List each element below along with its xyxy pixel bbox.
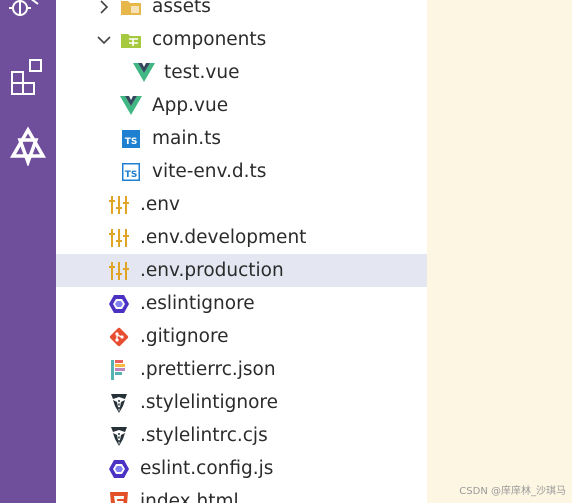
activity-bar — [0, 0, 56, 503]
env-icon — [107, 254, 131, 287]
prettier-icon — [107, 353, 131, 386]
tree-item-label: .env.production — [140, 260, 284, 281]
ai-assistant-icon[interactable] — [0, 126, 56, 166]
tree-item-gitignore[interactable]: .gitignore — [56, 320, 427, 353]
tree-item-label: .eslintignore — [140, 293, 255, 314]
svg-text:TS: TS — [125, 170, 138, 180]
eslint-icon — [107, 287, 131, 320]
tree-item-label: main.ts — [152, 128, 221, 149]
tree-item-app-vue[interactable]: App.vue — [56, 89, 427, 122]
tree-item-assets[interactable]: assets — [56, 0, 427, 23]
tree-item-main-ts[interactable]: TS main.ts — [56, 122, 427, 155]
typescript-def-icon: TS — [119, 155, 143, 188]
tree-item-env[interactable]: .env — [56, 188, 427, 221]
tree-item-label: App.vue — [152, 95, 229, 116]
tree-item-label: test.vue — [164, 62, 240, 83]
eslint-icon — [107, 452, 131, 485]
tree-item-stylelintignore[interactable]: .stylelintignore — [56, 386, 427, 419]
chevron-right-icon[interactable] — [96, 0, 112, 23]
editor-area[interactable] — [427, 0, 572, 503]
chevron-down-icon[interactable] — [96, 23, 112, 56]
tree-item-vite-env[interactable]: TS vite-env.d.ts — [56, 155, 427, 188]
stylelint-icon — [107, 386, 131, 419]
typescript-icon: TS — [119, 122, 143, 155]
stylelint-icon — [107, 419, 131, 452]
tree-item-label: index.html — [140, 491, 239, 503]
env-icon — [107, 221, 131, 254]
tree-item-label: .gitignore — [140, 326, 229, 347]
tree-item-label: assets — [152, 0, 211, 17]
tree-item-eslintignore[interactable]: .eslintignore — [56, 287, 427, 320]
tree-item-label: components — [152, 29, 267, 50]
folder-components-icon — [119, 23, 143, 56]
tree-item-label: .prettierrc.json — [140, 359, 276, 380]
file-explorer: assets components test.vue App.vue TS ma… — [56, 0, 427, 503]
folder-assets-icon — [119, 0, 143, 23]
run-debug-icon[interactable] — [0, 0, 56, 24]
vue-icon — [119, 89, 143, 122]
tree-item-components[interactable]: components — [56, 23, 427, 56]
tree-item-label: .env.development — [140, 227, 307, 248]
tree-item-env-production[interactable]: .env.production — [56, 254, 427, 287]
watermark: CSDN @庠庠林_沙琪马 — [459, 486, 566, 497]
tree-item-env-development[interactable]: .env.development — [56, 221, 427, 254]
tree-item-label: .stylelintignore — [140, 392, 279, 413]
git-icon — [107, 320, 131, 353]
tree-item-label: .stylelintrc.cjs — [140, 425, 268, 446]
extensions-icon[interactable] — [0, 56, 56, 96]
tree-item-eslint-config[interactable]: eslint.config.js — [56, 452, 427, 485]
tree-item-test-vue[interactable]: test.vue — [56, 56, 427, 89]
tree-item-label: vite-env.d.ts — [152, 161, 267, 182]
svg-text:TS: TS — [125, 137, 138, 147]
tree-item-label: eslint.config.js — [140, 458, 274, 479]
vue-icon — [132, 56, 156, 89]
tree-item-index-html[interactable]: index.html — [56, 485, 427, 503]
tree-item-prettierrc[interactable]: .prettierrc.json — [56, 353, 427, 386]
tree-item-label: .env — [140, 194, 180, 215]
env-icon — [107, 188, 131, 221]
tree-item-stylelintrc[interactable]: .stylelintrc.cjs — [56, 419, 427, 452]
html-icon — [107, 485, 131, 503]
